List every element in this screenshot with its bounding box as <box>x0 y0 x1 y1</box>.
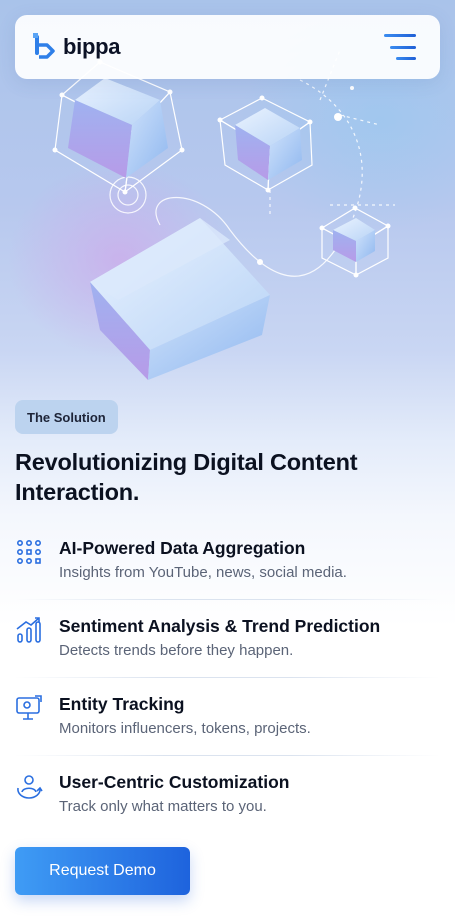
feature-description: Monitors influencers, tokens, projects. <box>59 720 311 737</box>
data-grid-icon <box>16 539 41 564</box>
divider <box>15 755 440 756</box>
section-heading: Revolutionizing Digital Content Interact… <box>15 449 358 505</box>
feature-title: Sentiment Analysis & Trend Prediction <box>59 616 381 636</box>
request-demo-button[interactable]: Request Demo <box>15 847 190 895</box>
feature-item: User-Centric Customization Track only wh… <box>15 770 440 848</box>
feature-item: Sentiment Analysis & Trend Prediction De… <box>15 614 440 692</box>
brand-name: bippa <box>63 34 121 59</box>
feature-description: Insights from YouTube, news, social medi… <box>59 564 347 581</box>
brand-logo-link[interactable]: bippa <box>33 33 120 61</box>
feature-title: AI-Powered Data Aggregation <box>59 538 306 558</box>
navbar: bippa <box>15 15 440 79</box>
section-badge: The Solution <box>15 400 118 434</box>
hamburger-menu-icon[interactable] <box>382 34 416 60</box>
bippa-logo-icon <box>33 33 55 59</box>
feature-title: User-Centric Customization <box>59 772 290 792</box>
feature-description: Detects trends before they happen. <box>59 642 294 659</box>
divider <box>15 677 440 678</box>
bar-chart-trend-icon <box>16 617 41 643</box>
divider <box>15 599 440 600</box>
monitor-tracking-icon <box>16 695 42 720</box>
feature-description: Track only what matters to you. <box>59 798 267 815</box>
feature-item: AI-Powered Data Aggregation Insights fro… <box>15 536 440 614</box>
feature-item: Entity Tracking Monitors influencers, to… <box>15 692 440 770</box>
feature-title: Entity Tracking <box>59 694 185 714</box>
feature-list: AI-Powered Data Aggregation Insights fro… <box>15 536 440 848</box>
user-sync-icon <box>17 775 43 799</box>
